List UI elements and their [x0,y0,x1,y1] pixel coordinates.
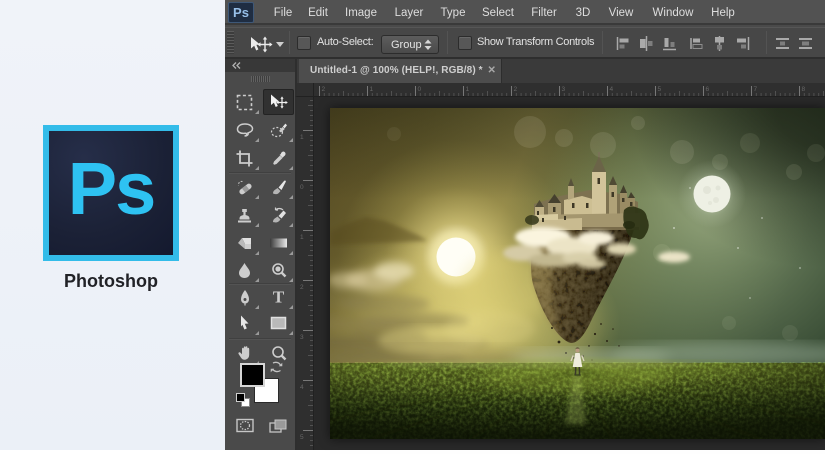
svg-text:T: T [273,289,285,305]
svg-text:1: 1 [300,234,304,241]
svg-text:5: 5 [300,434,304,441]
svg-text:1: 1 [370,86,374,93]
svg-text:2: 2 [300,284,304,291]
svg-text:2: 2 [514,86,518,93]
svg-text:4: 4 [610,86,614,93]
svg-text:3: 3 [562,86,566,93]
svg-text:1: 1 [466,86,470,93]
svg-text:7: 7 [754,86,758,93]
svg-text:5: 5 [658,86,662,93]
svg-text:4: 4 [300,384,304,391]
svg-text:8: 8 [802,86,806,93]
svg-text:3: 3 [300,334,304,341]
svg-text:1: 1 [300,134,304,141]
svg-text:0: 0 [418,86,422,93]
svg-text:6: 6 [706,86,710,93]
svg-text:2: 2 [322,86,326,93]
svg-text:0: 0 [300,184,304,191]
